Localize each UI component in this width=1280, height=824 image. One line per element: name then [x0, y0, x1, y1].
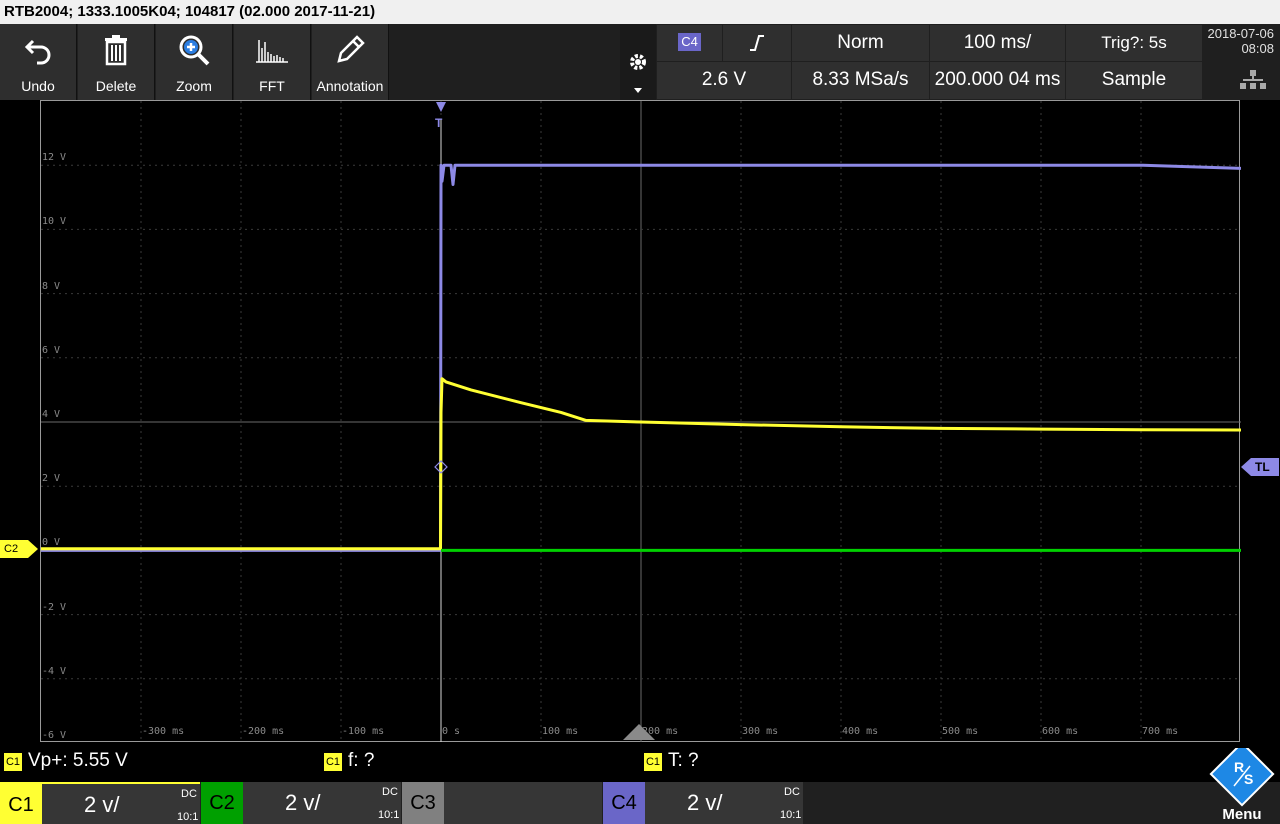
y-tick-label: 4 V: [42, 409, 61, 420]
trigger-level-marker[interactable]: TL: [1241, 458, 1279, 476]
trigger-position-marker[interactable]: [436, 102, 446, 112]
trigger-t-marker: T: [435, 116, 443, 130]
channel-c1-panel: 2 v/ DC 10:1: [42, 784, 200, 824]
undo-icon: [0, 30, 76, 70]
measurement-3-source: C1: [644, 753, 662, 771]
chevron-down-icon: [634, 88, 642, 93]
time: 08:08: [1241, 41, 1274, 56]
channel-c1-label: C1: [0, 784, 42, 824]
x-tick-label: 100 ms: [542, 726, 579, 737]
channel-c3[interactable]: C3: [402, 782, 602, 824]
settings-button[interactable]: [620, 24, 656, 100]
y-tick-label: 12 V: [42, 152, 67, 164]
channel-c3-label: C3: [402, 782, 444, 824]
y-tick-label: -6 V: [42, 730, 67, 741]
measurement-bar: C1 Vp+: 5.55 V C1 f: ? C1 T: ?: [0, 742, 1280, 782]
delete-label: Delete: [95, 78, 137, 94]
x-tick-label: 600 ms: [1042, 726, 1079, 737]
measurement-2-source: C1: [324, 753, 342, 771]
acquisition-mode[interactable]: Sample: [1066, 62, 1202, 99]
fft-icon: [234, 30, 310, 70]
x-tick-label: 500 ms: [942, 726, 979, 737]
trigger-source[interactable]: C4: [657, 25, 722, 61]
zoom-label: Zoom: [176, 78, 212, 94]
channel-c4[interactable]: C4 2 v/ DC 10:1: [603, 782, 803, 824]
channel-c2-coupling: DC: [382, 786, 398, 798]
channel-c1-coupling: DC: [181, 788, 197, 800]
y-tick-label: 10 V: [42, 216, 67, 228]
channel-c1[interactable]: C1 2 v/ DC 10:1: [0, 782, 200, 824]
horizontal-position[interactable]: 200.000 04 ms: [930, 62, 1065, 99]
channel-c2-probe: 10:1: [378, 809, 400, 821]
trigger-slope[interactable]: [723, 25, 791, 61]
time-scale[interactable]: 100 ms/: [930, 25, 1065, 61]
delete-button[interactable]: Delete: [78, 24, 155, 100]
channel-c4-scale: 2 v/: [687, 790, 723, 815]
datetime: 2018-07-06 08:08: [1204, 26, 1278, 56]
channel-c2-scale: 2 v/: [285, 790, 321, 815]
gear-icon: [628, 52, 648, 77]
channel-c4-label: C4: [603, 782, 645, 824]
y-tick-label: 6 V: [42, 344, 61, 356]
x-tick-label: 300 ms: [742, 726, 779, 737]
trash-icon: [78, 30, 154, 70]
network-icon: [1240, 70, 1266, 95]
channel-c1-probe: 10:1: [177, 811, 199, 823]
measurement-1[interactable]: Vp+: 5.55 V: [28, 750, 128, 772]
x-tick-label: 0 s: [442, 726, 461, 737]
trigger-mode[interactable]: Norm: [792, 25, 929, 61]
channel-c4-panel: 2 v/ DC 10:1: [645, 782, 803, 824]
x-tick-label: 400 ms: [842, 726, 879, 737]
sample-rate: 8.33 MSa/s: [792, 62, 929, 99]
channel-c4-coupling: DC: [784, 786, 800, 798]
trigger-source-badge: C4: [678, 33, 701, 51]
measurement-3[interactable]: T: ?: [668, 750, 699, 772]
undo-button[interactable]: Undo: [0, 24, 77, 100]
date: 2018-07-06: [1207, 26, 1275, 41]
trigger-status: Trig?: 5s: [1066, 25, 1202, 61]
menu-button[interactable]: R S Menu: [1204, 741, 1280, 824]
fft-label: FFT: [259, 78, 285, 94]
annotation-button[interactable]: Annotation: [312, 24, 389, 100]
waveform-plot: [41, 101, 1241, 743]
measurement-2[interactable]: f: ?: [348, 750, 374, 772]
channel-c2-label: C2: [201, 782, 243, 824]
y-tick-label: -4 V: [42, 665, 67, 677]
y-tick-label: 0 V: [42, 537, 61, 549]
pencil-icon: [312, 30, 388, 70]
menu-label: Menu: [1222, 806, 1262, 823]
annotation-label: Annotation: [316, 78, 384, 94]
x-tick-label: 700 ms: [1142, 726, 1179, 737]
channel-bar: C1 2 v/ DC 10:1 C2 2 v/ DC 10:1 C3 C4 2 …: [0, 741, 1280, 824]
x-tick-label: -200 ms: [242, 726, 285, 737]
channel-c2[interactable]: C2 2 v/ DC 10:1: [201, 782, 401, 824]
undo-label: Undo: [21, 78, 55, 94]
x-tick-label: -100 ms: [342, 726, 385, 737]
trigger-level[interactable]: 2.6 V: [657, 62, 791, 99]
window-title: RTB2004; 1333.1005K04; 104817 (02.000 20…: [0, 0, 1280, 24]
x-tick-label: -300 ms: [142, 726, 185, 737]
measurement-1-source: C1: [4, 753, 22, 771]
waveform-display[interactable]: [40, 100, 1241, 743]
horizontal-position-marker[interactable]: [623, 724, 655, 740]
rising-edge-icon: [750, 35, 764, 51]
y-tick-label: -2 V: [42, 601, 67, 613]
channel-c2-panel: 2 v/ DC 10:1: [243, 782, 401, 824]
y-tick-label: 8 V: [42, 280, 61, 292]
channel-c3-panel: [444, 782, 602, 824]
svg-text:S: S: [1244, 771, 1253, 787]
ground-marker[interactable]: C2: [0, 540, 38, 558]
y-tick-label: 2 V: [42, 473, 61, 485]
svg-text:R: R: [1234, 759, 1244, 775]
channel-c1-scale: 2 v/: [84, 792, 120, 817]
channel-c4-probe: 10:1: [780, 809, 802, 821]
zoom-icon: [156, 30, 232, 70]
fft-button[interactable]: FFT: [234, 24, 311, 100]
zoom-button[interactable]: Zoom: [156, 24, 233, 100]
